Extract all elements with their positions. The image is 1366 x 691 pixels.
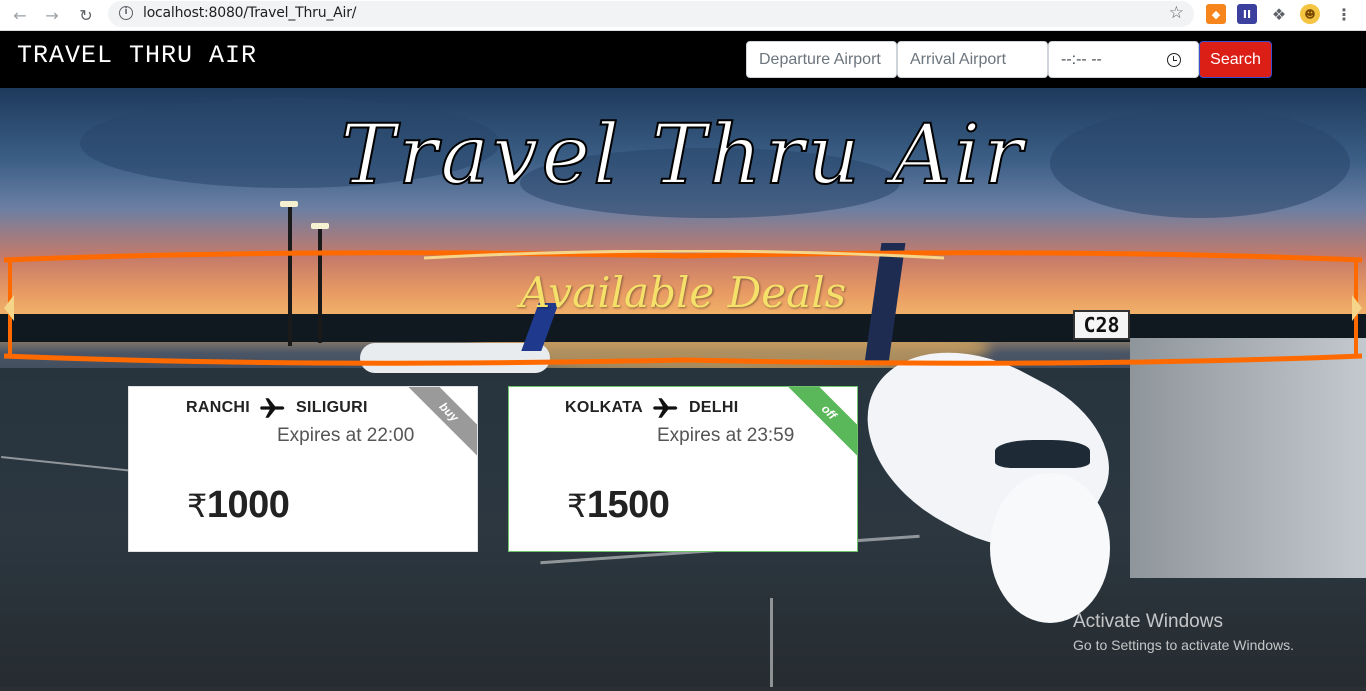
- price-amount: 1500: [586, 484, 670, 526]
- deal-route: KOLKATA DELHI: [565, 397, 738, 419]
- extension-icon[interactable]: II: [1237, 4, 1257, 24]
- clock-icon[interactable]: [1167, 53, 1181, 67]
- tarmac-marking: [770, 598, 773, 688]
- back-icon[interactable]: ←: [8, 3, 32, 27]
- banner-top-stroke: [4, 250, 1362, 263]
- menu-icon[interactable]: ⋮: [1334, 4, 1354, 24]
- url-text[interactable]: localhost:8080/Travel_Thru_Air/: [143, 5, 357, 21]
- activate-windows-title: Activate Windows: [1073, 611, 1223, 632]
- activate-windows-subtitle: Go to Settings to activate Windows.: [1073, 637, 1294, 653]
- deals-heading: Available Deals: [519, 268, 847, 317]
- deal-card[interactable]: KOLKATA DELHI Expires at 23:59 ₹1500 off: [508, 386, 858, 552]
- arrival-airport-input[interactable]: Arrival Airport: [897, 41, 1048, 78]
- currency-symbol: ₹: [187, 487, 207, 525]
- plane-nose: [990, 473, 1110, 623]
- origin-city: KOLKATA: [565, 399, 643, 416]
- origin-city: RANCHI: [186, 399, 251, 416]
- expiry-time: Expires at 22:00: [277, 425, 415, 446]
- search-button[interactable]: Search: [1199, 41, 1272, 78]
- floodlight: [311, 223, 329, 229]
- deal-price: ₹1000: [187, 484, 290, 527]
- currency-symbol: ₹: [567, 487, 587, 525]
- puzzle-icon[interactable]: ❖: [1269, 4, 1289, 24]
- reload-icon[interactable]: ↻: [74, 3, 98, 27]
- airplane-icon: [652, 398, 678, 418]
- profile-avatar-icon[interactable]: ☻: [1300, 4, 1320, 24]
- site-navbar: TRAVEL THRU AIR Departure Airport Arriva…: [0, 31, 1366, 88]
- departure-airport-input[interactable]: Departure Airport: [746, 41, 897, 78]
- jet-bridge: [1130, 338, 1366, 578]
- time-input-value: --:-- --: [1061, 50, 1102, 68]
- destination-city: SILIGURI: [296, 399, 368, 416]
- info-icon[interactable]: i: [119, 6, 133, 20]
- star-icon[interactable]: ☆: [1169, 3, 1184, 23]
- address-bar[interactable]: i localhost:8080/Travel_Thru_Air/ ☆: [108, 1, 1194, 27]
- hero-title: Travel Thru Air: [339, 107, 1026, 204]
- price-amount: 1000: [206, 484, 290, 526]
- brand-logo[interactable]: TRAVEL THRU AIR: [17, 41, 257, 70]
- metamask-extension-icon[interactable]: ◆: [1206, 4, 1226, 24]
- deal-price: ₹1500: [567, 484, 670, 527]
- banner-bottom-stroke: [4, 353, 1362, 366]
- page-bottom-edge: [0, 687, 1366, 691]
- time-input[interactable]: --:-- --: [1048, 41, 1199, 78]
- deal-route: RANCHI SILIGURI: [186, 397, 368, 419]
- expiry-time: Expires at 23:59: [657, 425, 795, 446]
- hero-section: C28 Travel Thru Air Available Deals RANC…: [0, 88, 1366, 691]
- deal-card[interactable]: RANCHI SILIGURI Expires at 22:00 ₹1000 b…: [128, 386, 478, 552]
- airplane-icon: [260, 398, 285, 418]
- forward-icon[interactable]: →: [40, 3, 64, 27]
- browser-toolbar: ← → ↻ i localhost:8080/Travel_Thru_Air/ …: [0, 0, 1366, 31]
- plane-cockpit: [995, 440, 1090, 468]
- destination-city: DELHI: [688, 399, 739, 416]
